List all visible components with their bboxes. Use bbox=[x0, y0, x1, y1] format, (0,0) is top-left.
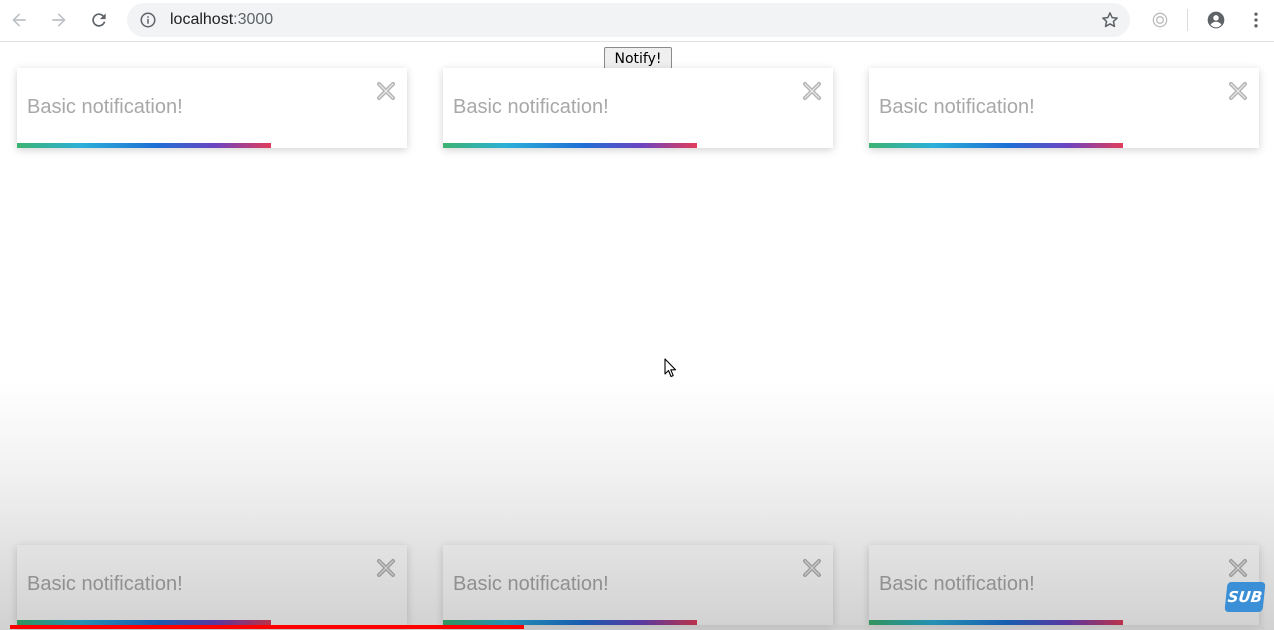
forward-button[interactable] bbox=[44, 5, 74, 35]
address-bar[interactable]: localhost:3000 bbox=[127, 3, 1130, 37]
subscribe-badge[interactable]: SUB bbox=[1224, 582, 1266, 612]
close-button[interactable] bbox=[1227, 557, 1249, 579]
notification-message: Basic notification! bbox=[453, 96, 609, 118]
close-icon bbox=[1229, 82, 1247, 100]
close-button[interactable] bbox=[1227, 80, 1249, 102]
notification-message: Basic notification! bbox=[879, 573, 1035, 595]
notification-card: Basic notification! bbox=[869, 68, 1259, 148]
reload-icon bbox=[92, 13, 106, 27]
browser-toolbar: localhost:3000 bbox=[0, 0, 1274, 42]
more-vert-icon bbox=[1254, 12, 1258, 28]
close-button[interactable] bbox=[801, 80, 823, 102]
close-icon bbox=[803, 82, 821, 100]
url-text: localhost:3000 bbox=[170, 11, 273, 29]
close-icon bbox=[377, 559, 395, 577]
extension-icon bbox=[1152, 12, 1168, 28]
notification-message: Basic notification! bbox=[453, 573, 609, 595]
notification-message: Basic notification! bbox=[27, 573, 183, 595]
video-progress-fill bbox=[10, 625, 524, 629]
notification-progress-bar bbox=[17, 143, 271, 148]
bookmark-star-icon[interactable] bbox=[1100, 10, 1120, 30]
notification-card: Basic notification! bbox=[443, 68, 833, 148]
close-button[interactable] bbox=[375, 80, 397, 102]
close-button[interactable] bbox=[801, 557, 823, 579]
info-icon[interactable] bbox=[139, 11, 157, 29]
close-icon bbox=[803, 559, 821, 577]
toolbar-separator bbox=[1187, 9, 1188, 31]
url-port: :3000 bbox=[233, 11, 274, 28]
account-circle-icon bbox=[1207, 11, 1225, 29]
page: localhost:3000 Notify! Basic notificatio… bbox=[0, 0, 1274, 630]
profile-button[interactable] bbox=[1201, 5, 1231, 35]
menu-button[interactable] bbox=[1241, 5, 1271, 35]
close-icon bbox=[1229, 559, 1247, 577]
close-button[interactable] bbox=[375, 557, 397, 579]
arrow-left-icon bbox=[12, 13, 26, 27]
notification-progress-bar bbox=[869, 143, 1123, 148]
back-button[interactable] bbox=[4, 5, 34, 35]
notification-card: Basic notification! bbox=[443, 545, 833, 625]
notification-message: Basic notification! bbox=[27, 96, 183, 118]
reload-button[interactable] bbox=[84, 5, 114, 35]
notification-message: Basic notification! bbox=[879, 96, 1035, 118]
notification-progress-bar bbox=[443, 143, 697, 148]
extension-button[interactable] bbox=[1145, 5, 1175, 35]
url-host: localhost bbox=[170, 11, 234, 28]
notification-card: Basic notification! bbox=[17, 68, 407, 148]
arrow-right-icon bbox=[52, 13, 66, 27]
notification-card: Basic notification! bbox=[17, 545, 407, 625]
close-icon bbox=[377, 82, 395, 100]
mouse-cursor-icon bbox=[664, 358, 677, 378]
notification-card: Basic notification! bbox=[869, 545, 1259, 625]
